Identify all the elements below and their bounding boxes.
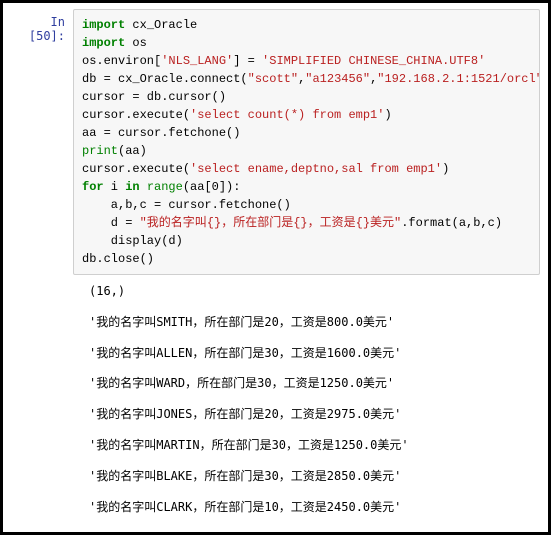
code-text: os.environ[ [82, 54, 161, 68]
output-line: (16,) [89, 283, 540, 300]
code-line: os.environ['NLS_LANG'] = 'SIMPLIFIED CHI… [82, 52, 531, 70]
output-line: '我的名字叫WARD，所在部门是30，工资是1250.0美元' [89, 375, 540, 392]
code-line: cursor = db.cursor() [82, 88, 531, 106]
code-text: (aa) [118, 144, 147, 158]
code-line: d = "我的名字叫{}，所在部门是{}，工资是{}美元".format(a,b… [82, 214, 531, 232]
code-input[interactable]: import cx_Oracle import os os.environ['N… [73, 9, 540, 275]
keyword: import [82, 18, 125, 32]
output-line: '我的名字叫JONES，所在部门是20，工资是2975.0美元' [89, 406, 540, 423]
keyword: import [82, 36, 125, 50]
builtin: print [82, 144, 118, 158]
code-line: import cx_Oracle [82, 16, 531, 34]
output-line: '我的名字叫MARTIN，所在部门是30，工资是1250.0美元' [89, 437, 540, 454]
string: "a123456" [305, 72, 370, 86]
code-line: import os [82, 34, 531, 52]
string: "scott" [248, 72, 298, 86]
string: 'NLS_LANG' [161, 54, 233, 68]
code-text: cx_Oracle [125, 18, 197, 32]
string: "192.168.2.1:1521/orcl" [377, 72, 540, 86]
code-text: .format(a,b,c) [401, 216, 502, 230]
input-prompt: In [50]: [11, 9, 73, 43]
code-text [140, 180, 147, 194]
code-text: cursor.execute( [82, 162, 190, 176]
code-text: os [125, 36, 147, 50]
notebook-cell: In [50]: import cx_Oracle import os os.e… [3, 3, 548, 275]
string: "我的名字叫{}，所在部门是{}，工资是{}美元" [140, 216, 402, 230]
output-line: '我的名字叫SMITH，所在部门是20，工资是800.0美元' [89, 314, 540, 331]
code-line: a,b,c = cursor.fetchone() [82, 196, 531, 214]
code-line: display(d) [82, 232, 531, 250]
code-text: ) [384, 108, 391, 122]
code-line: print(aa) [82, 142, 531, 160]
code-line: cursor.execute('select count(*) from emp… [82, 106, 531, 124]
code-text: (aa[0]): [183, 180, 241, 194]
code-text: ] = [233, 54, 262, 68]
string: 'select ename,deptno,sal from emp1' [190, 162, 442, 176]
code-line: db = cx_Oracle.connect("scott","a123456"… [82, 70, 531, 88]
output-line: '我的名字叫CLARK，所在部门是10，工资是2450.0美元' [89, 499, 540, 516]
code-text: ) [442, 162, 449, 176]
code-text: db = cx_Oracle.connect( [82, 72, 248, 86]
string: 'SIMPLIFIED CHINESE_CHINA.UTF8' [262, 54, 485, 68]
code-line: for i in range(aa[0]): [82, 178, 531, 196]
builtin: range [147, 180, 183, 194]
output-line: '我的名字叫BLAKE，所在部门是30，工资是2850.0美元' [89, 468, 540, 485]
code-line: db.close() [82, 250, 531, 268]
keyword: for [82, 180, 104, 194]
code-line: cursor.execute('select ename,deptno,sal … [82, 160, 531, 178]
code-text: cursor.execute( [82, 108, 190, 122]
code-text: d = [82, 216, 140, 230]
code-line: aa = cursor.fetchone() [82, 124, 531, 142]
cell-output: (16,) '我的名字叫SMITH，所在部门是20，工资是800.0美元' '我… [81, 275, 548, 515]
output-line: '我的名字叫ALLEN，所在部门是30，工资是1600.0美元' [89, 345, 540, 362]
string: 'select count(*) from emp1' [190, 108, 384, 122]
keyword: in [125, 180, 139, 194]
code-text: i [104, 180, 126, 194]
